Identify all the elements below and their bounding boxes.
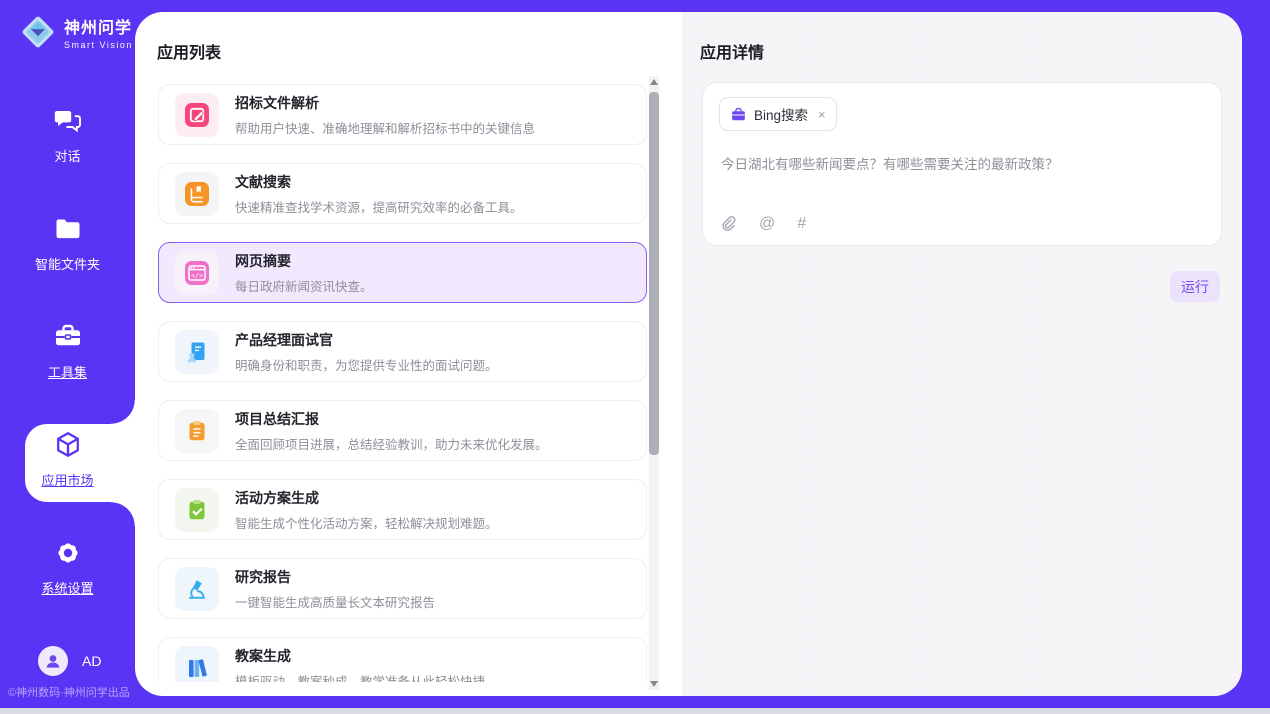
scrollbar[interactable] <box>649 76 659 690</box>
hash-icon[interactable]: # <box>797 216 806 232</box>
sidebar-item-toolset[interactable]: 工具集 <box>0 322 135 381</box>
app-card-pm-interviewer[interactable]: 产品经理面试官明确身份和职责，为您提供专业性的面试问题。 <box>158 321 647 382</box>
sidebar-item-label: 对话 <box>0 146 135 165</box>
tool-chip-bing-search[interactable]: Bing搜索 × <box>719 97 837 131</box>
cube-icon <box>53 447 83 464</box>
sidebar-item-label: 系统设置 <box>0 578 135 597</box>
sidebar-item-app-market[interactable]: 应用市场 <box>0 430 135 489</box>
input-toolbar: @# <box>720 215 806 232</box>
research-icon <box>175 567 219 611</box>
run-button[interactable]: 运行 <box>1170 271 1220 302</box>
user-avatar-icon <box>38 646 68 676</box>
app-card-description: 智能生成个性化活动方案，轻松解决规划难题。 <box>235 513 498 532</box>
sidebar-item-settings[interactable]: 系统设置 <box>0 538 135 597</box>
app-card-description: 全面回顾项目进展，总结经验教训，助力未来优化发展。 <box>235 434 548 453</box>
briefcase-icon <box>730 106 747 123</box>
app-card-project-summary[interactable]: 项目总结汇报全面回顾项目进展，总结经验教训，助力未来优化发展。 <box>158 400 647 461</box>
toolbox-icon <box>53 339 83 356</box>
prompt-input[interactable]: Bing搜索 × 今日湖北有哪些新闻要点？有哪些需要关注的最新政策？ @# <box>702 82 1222 246</box>
app-card-title: 项目总结汇报 <box>235 409 548 429</box>
paperclip-icon[interactable] <box>720 215 737 232</box>
app-card-description: 模板驱动，教案秒成，教学准备从此轻松快捷 <box>235 671 485 683</box>
query-text: 今日湖北有哪些新闻要点？有哪些需要关注的最新政策？ <box>721 155 1201 175</box>
scroll-down-icon[interactable] <box>650 681 658 687</box>
gear-icon <box>53 555 83 572</box>
main-content: 应用列表 招标文件解析帮助用户快速、准确地理解和解析招标书中的关键信息文献搜索快… <box>135 12 1242 696</box>
app-card-title: 网页摘要 <box>235 251 373 271</box>
app-card-description: 明确身份和职责，为您提供专业性的面试问题。 <box>235 355 498 374</box>
app-card-research-report[interactable]: 研究报告一键智能生成高质量长文本研究报告 <box>158 558 647 619</box>
user-initials: AD <box>82 653 101 669</box>
app-card-bid-doc-parse[interactable]: 招标文件解析帮助用户快速、准确地理解和解析招标书中的关键信息 <box>158 84 647 145</box>
app-card-lesson-plan[interactable]: 教案生成模板驱动，教案秒成，教学准备从此轻松快捷 <box>158 637 647 682</box>
brand-diamond-icon <box>20 14 56 50</box>
pen-icon <box>175 93 219 137</box>
app-card-list: 招标文件解析帮助用户快速、准确地理解和解析招标书中的关键信息文献搜索快速精准查找… <box>158 84 647 682</box>
chip-close-icon[interactable]: × <box>818 107 826 122</box>
copyright-footer: ©神州数码·神州问学出品 <box>8 684 130 700</box>
app-card-title: 研究报告 <box>235 567 435 587</box>
clipboard-icon <box>175 409 219 453</box>
app-logo: 神州问学 Smart Vision <box>20 14 133 50</box>
app-card-title: 产品经理面试官 <box>235 330 498 350</box>
sidebar-item-label: 智能文件夹 <box>0 254 135 273</box>
folder-icon <box>53 231 83 248</box>
book-icon <box>175 172 219 216</box>
app-card-literature-search[interactable]: 文献搜索快速精准查找学术资源，提高研究效率的必备工具。 <box>158 163 647 224</box>
app-list-title: 应用列表 <box>157 39 221 63</box>
webpage-icon: </> <box>175 251 219 295</box>
sidebar: 神州问学 Smart Vision 对话智能文件夹工具集应用市场系统设置 AD … <box>0 0 135 708</box>
sidebar-item-label: 工具集 <box>0 362 135 381</box>
brand-name: 神州问学 <box>64 14 133 38</box>
app-card-title: 招标文件解析 <box>235 93 535 113</box>
brand-subtitle: Smart Vision <box>64 40 133 50</box>
app-card-description: 快速精准查找学术资源，提高研究效率的必备工具。 <box>235 197 523 216</box>
interview-icon <box>175 330 219 374</box>
scroll-up-icon[interactable] <box>650 79 658 85</box>
bottom-strip <box>0 708 1270 714</box>
app-detail-title: 应用详情 <box>700 39 764 63</box>
app-list-panel: 应用列表 招标文件解析帮助用户快速、准确地理解和解析招标书中的关键信息文献搜索快… <box>135 12 682 696</box>
chat-icon <box>53 123 83 140</box>
app-card-title: 文献搜索 <box>235 172 523 192</box>
plan-icon <box>175 488 219 532</box>
scrollbar-thumb[interactable] <box>649 92 659 455</box>
app-card-event-plan[interactable]: 活动方案生成智能生成个性化活动方案，轻松解决规划难题。 <box>158 479 647 540</box>
app-card-web-summary[interactable]: </> 网页摘要每日政府新闻资讯快查。 <box>158 242 647 303</box>
tool-chip-label: Bing搜索 <box>754 104 808 124</box>
svg-text:</>: </> <box>191 271 203 279</box>
app-window: 神州问学 Smart Vision 对话智能文件夹工具集应用市场系统设置 AD … <box>0 0 1270 714</box>
sidebar-item-label: 应用市场 <box>0 470 135 489</box>
mention-icon[interactable]: @ <box>759 216 775 232</box>
app-card-description: 帮助用户快速、准确地理解和解析招标书中的关键信息 <box>235 118 535 137</box>
app-card-title: 活动方案生成 <box>235 488 498 508</box>
user-account[interactable]: AD <box>0 646 135 676</box>
app-card-title: 教案生成 <box>235 646 485 666</box>
app-card-description: 一键智能生成高质量长文本研究报告 <box>235 592 435 611</box>
books-icon <box>175 646 219 683</box>
app-detail-panel: 应用详情 Bing搜索 × 今日湖北有哪些新闻要点？有哪些需要关注的最新政策？ … <box>682 12 1242 696</box>
sidebar-item-chat[interactable]: 对话 <box>0 106 135 165</box>
sidebar-item-smart-folder[interactable]: 智能文件夹 <box>0 214 135 273</box>
app-card-description: 每日政府新闻资讯快查。 <box>235 276 373 295</box>
